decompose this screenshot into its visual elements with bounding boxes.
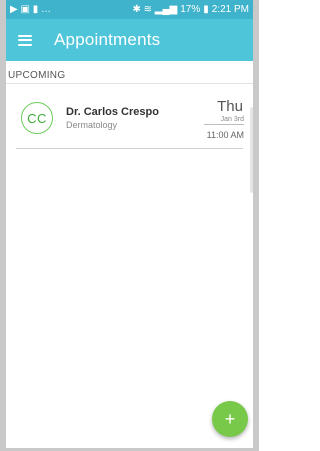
appointment-date: Jan 3rd [204, 116, 244, 125]
add-appointment-button[interactable]: + [212, 401, 248, 437]
doctor-name: Dr. Carlos Crespo [66, 106, 159, 118]
status-bar-notifications: ▶ ▣ ▮ … [10, 4, 51, 15]
appointment-item[interactable]: CC Dr. Carlos Crespo Dermatology Thu Jan… [6, 96, 253, 150]
section-divider [6, 83, 253, 84]
app-bar: Appointments [6, 19, 253, 61]
battery-level: 17% [180, 4, 201, 15]
status-bar-system: ✱ ≋ ▂▄▆ 17% ▮ 2:21 PM [132, 4, 249, 15]
phone-frame: ▶ ▣ ▮ … ✱ ≋ ▂▄▆ 17% ▮ 2:21 PM Appointmen… [0, 0, 259, 451]
page-title: Appointments [54, 30, 161, 49]
appointment-day: Thu [217, 98, 243, 115]
signal-icons: ✱ ≋ ▂▄▆ [132, 4, 178, 15]
battery-icon: ▮ [203, 4, 209, 15]
section-header-upcoming: UPCOMING [8, 70, 66, 81]
appointment-time: 11:00 AM [206, 130, 244, 140]
doctor-specialty: Dermatology [66, 120, 118, 130]
clock: 2:21 PM [211, 4, 249, 15]
avatar: CC [21, 102, 53, 134]
plus-icon: + [224, 408, 236, 429]
appointment-divider [16, 148, 243, 149]
notification-icons: ▶ ▣ ▮ … [10, 4, 51, 15]
status-bar: ▶ ▣ ▮ … ✱ ≋ ▂▄▆ 17% ▮ 2:21 PM [6, 0, 253, 19]
hamburger-menu-icon[interactable] [18, 34, 32, 46]
scrollbar[interactable] [250, 107, 253, 193]
